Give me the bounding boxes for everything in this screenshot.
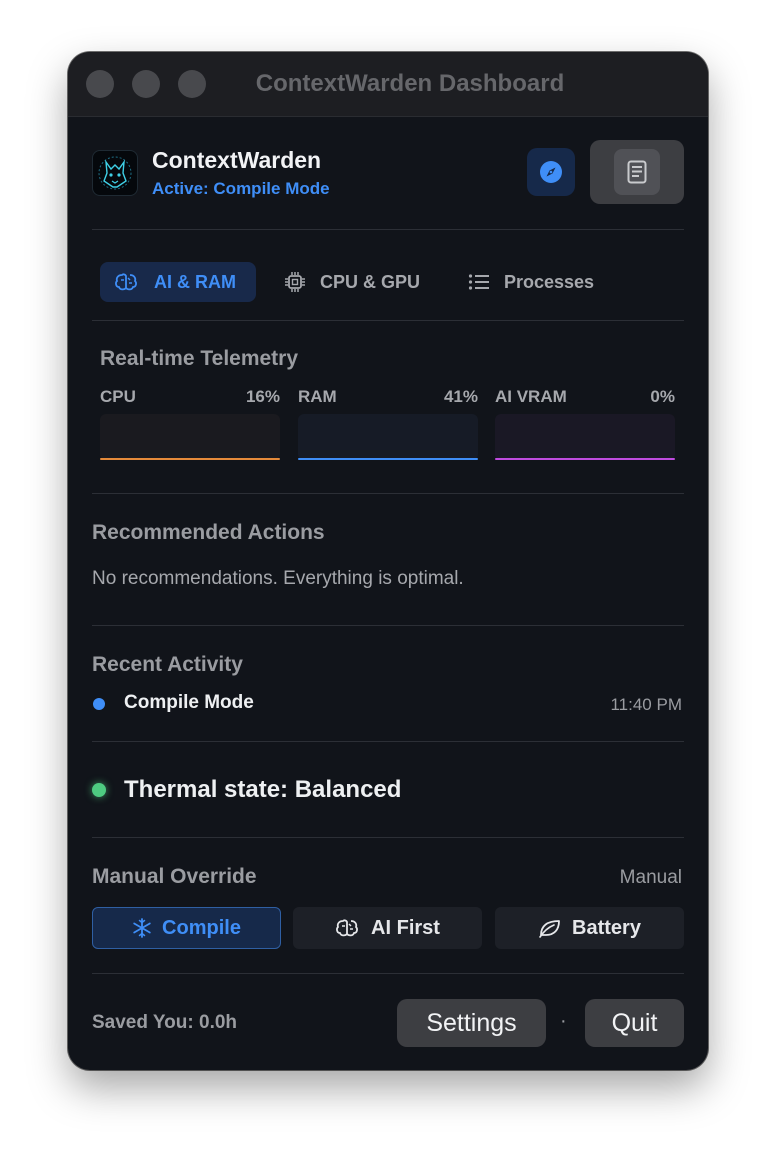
tab-ai-ram[interactable]: AI & RAM — [100, 262, 256, 302]
settings-button[interactable]: Settings — [397, 999, 546, 1047]
cpu-meter-graph — [100, 414, 280, 460]
ram-meter-value: 41% — [443, 387, 478, 406]
leaf-icon — [539, 920, 560, 938]
compass-icon — [540, 161, 562, 183]
ram-meter-line — [298, 458, 478, 460]
vram-meter-graph — [495, 414, 675, 460]
activity-item-label: Compile Mode — [124, 692, 254, 713]
ai-first-mode-button[interactable]: AI First — [293, 907, 482, 949]
telemetry-divider — [92, 493, 684, 494]
thermal-divider — [92, 837, 684, 838]
activity-divider — [92, 741, 684, 742]
activity-item-time: 11:40 PM — [610, 695, 682, 714]
brain-icon — [115, 273, 137, 291]
window-title: ContextWarden Dashboard — [255, 70, 565, 97]
battery-mode-button[interactable]: Battery — [495, 907, 684, 949]
brain-icon — [336, 919, 358, 937]
ai-first-mode-label: AI First — [371, 916, 440, 939]
tab-label: AI & RAM — [154, 271, 236, 292]
title-bar: ContextWarden Dashboard — [68, 52, 708, 117]
vram-meter-line — [495, 458, 675, 460]
activity-title: Recent Activity — [92, 653, 243, 676]
recommendations-message: No recommendations. Everything is optima… — [92, 568, 464, 589]
app-name: ContextWarden — [152, 147, 322, 173]
override-mode-label: Manual — [619, 867, 682, 888]
cpu-meter-value: 16% — [245, 387, 280, 406]
saved-time-label: Saved You: 0.0h — [92, 1012, 238, 1033]
chip-icon — [285, 272, 305, 292]
cpu-meter-label: CPU — [100, 387, 136, 406]
tab-processes[interactable]: Processes — [468, 262, 594, 302]
compass-button[interactable] — [527, 148, 575, 196]
recommendations-divider — [92, 625, 684, 626]
tabs-divider — [92, 320, 684, 321]
snowflake-icon — [133, 918, 151, 938]
activity-dot — [93, 698, 105, 710]
active-mode-status: Active: Compile Mode — [152, 179, 330, 198]
header-divider — [92, 229, 684, 230]
tab-cpu-gpu[interactable]: CPU & GPU — [284, 262, 420, 302]
document-icon — [627, 160, 647, 184]
list-icon — [468, 274, 489, 290]
override-title: Manual Override — [92, 865, 257, 888]
tab-label: CPU & GPU — [320, 271, 421, 292]
quit-button[interactable]: Quit — [585, 999, 684, 1047]
document-icon-frame — [614, 149, 660, 195]
thermal-status-dot — [92, 783, 106, 797]
vram-meter-value: 0% — [650, 387, 675, 406]
compile-mode-label: Compile — [162, 916, 241, 939]
dashboard-window: ContextWarden Dashboard ContextWarden Ac… — [68, 52, 708, 1070]
telemetry-title: Real-time Telemetry — [100, 347, 299, 370]
document-button[interactable] — [590, 140, 684, 204]
battery-mode-label: Battery — [572, 916, 641, 939]
tab-label: Processes — [504, 271, 595, 292]
ram-meter-label: RAM — [298, 387, 337, 406]
cpu-meter-line — [100, 458, 280, 460]
app-logo-icon — [92, 150, 138, 196]
override-divider — [92, 973, 684, 974]
thermal-state-label: Thermal state: Balanced — [124, 776, 402, 803]
ram-meter-graph — [298, 414, 478, 460]
compile-mode-button[interactable]: Compile — [92, 907, 281, 949]
vram-meter-label: AI VRAM — [495, 387, 567, 406]
recommendations-title: Recommended Actions — [92, 521, 325, 544]
footer-separator: · — [560, 1010, 567, 1032]
